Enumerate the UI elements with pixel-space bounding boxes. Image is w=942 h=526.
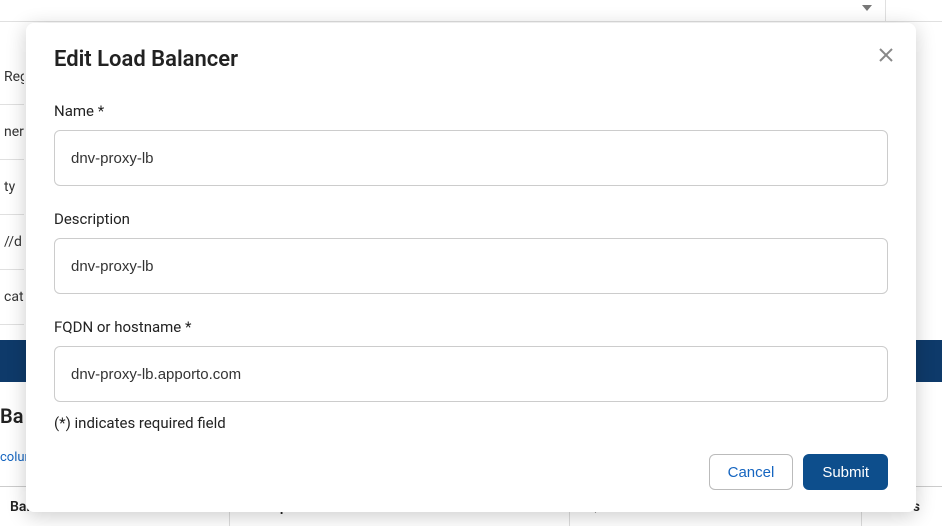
fqdn-input[interactable] — [54, 346, 888, 402]
name-input[interactable] — [54, 130, 888, 186]
fqdn-field-group: FQDN or hostname * — [54, 318, 888, 402]
modal-title: Edit Load Balancer — [54, 47, 888, 72]
edit-load-balancer-modal: Edit Load Balancer Name * Description FQ… — [26, 23, 916, 512]
submit-button[interactable]: Submit — [803, 454, 888, 490]
name-field-group: Name * — [54, 102, 888, 186]
name-label: Name * — [54, 102, 888, 120]
modal-overlay: Edit Load Balancer Name * Description FQ… — [0, 0, 942, 526]
modal-button-row: Cancel Submit — [54, 454, 888, 490]
required-field-note: (*) indicates required field — [54, 414, 888, 432]
description-input[interactable] — [54, 238, 888, 294]
close-icon — [878, 47, 894, 63]
cancel-button[interactable]: Cancel — [709, 454, 794, 490]
fqdn-label: FQDN or hostname * — [54, 318, 888, 336]
close-button[interactable] — [874, 43, 898, 67]
description-label: Description — [54, 210, 888, 228]
description-field-group: Description — [54, 210, 888, 294]
